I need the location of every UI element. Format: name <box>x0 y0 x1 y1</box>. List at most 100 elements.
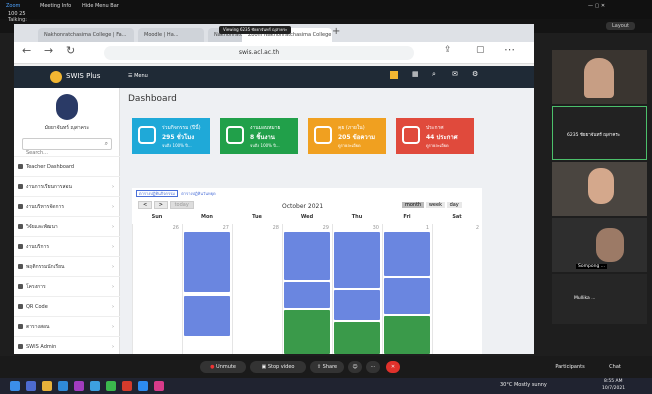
participant-video-5[interactable]: Mullika ... <box>552 274 647 324</box>
app-icon-5[interactable] <box>154 381 164 391</box>
sidebar-item-6[interactable]: พฤติกรรมนักเรียน › <box>14 256 120 276</box>
sidebar-item-label: Teacher Dashboard <box>26 164 75 170</box>
sidebar-item-label: โครงการ <box>26 284 46 290</box>
calendar-day-cell[interactable]: 28 <box>232 224 282 354</box>
sidebar-item-label: งานบริการ <box>26 244 50 250</box>
doc-icon <box>18 224 23 229</box>
calendar-event[interactable] <box>284 232 330 280</box>
card-icon <box>402 126 420 144</box>
share-page-icon[interactable]: ⇪ <box>444 45 452 55</box>
card-link[interactable]: จบถึง 100% ปี... <box>250 142 280 149</box>
new-tab-icon[interactable]: + <box>332 26 340 37</box>
participants-button[interactable]: Participants <box>548 361 592 373</box>
participant-video-4[interactable]: Sompong ... <box>552 218 647 272</box>
stop-video-button[interactable]: ▣ Stop video <box>250 361 306 373</box>
edge-icon[interactable] <box>58 381 68 391</box>
browser-tab-2[interactable]: Moodle | Ha... <box>138 28 204 42</box>
calendar-event[interactable] <box>384 232 430 276</box>
sidebar-item-4[interactable]: วิจัยและพัฒนา › <box>14 216 120 236</box>
chat-button[interactable]: Chat <box>600 361 630 373</box>
chevron-right-icon: › <box>112 344 114 350</box>
calendar-event[interactable] <box>384 316 430 354</box>
calendar-event[interactable] <box>384 278 430 314</box>
share-button[interactable]: ⇧ Share <box>310 361 344 373</box>
clock-date: 10/7/2021 <box>602 386 626 391</box>
month-view-button[interactable]: month <box>402 202 425 208</box>
gear-icon <box>18 344 23 349</box>
sidebar-search-box[interactable]: ⌕ <box>22 138 112 158</box>
forward-icon[interactable]: → <box>44 44 53 57</box>
meeting-info-button[interactable]: Meeting Info <box>40 3 71 9</box>
sidebar-item-2[interactable]: งานการเรียนการสอน › <box>14 176 120 196</box>
holiday-calendar-tab[interactable]: ตารางปฏิทินวันหยุด <box>179 191 217 196</box>
summary-card-1[interactable]: ร่วมกิจกรรม (ปีนี้) 295 ชั่วโมง จบถึง 100%… <box>132 118 210 154</box>
calendar-event[interactable] <box>284 282 330 308</box>
card-title: ประกาศ <box>426 125 444 131</box>
app-icon-1[interactable] <box>74 381 84 391</box>
window-controls[interactable]: — ▢ ✕ <box>588 3 605 9</box>
sidebar-item-8[interactable]: QR Code › <box>14 296 120 316</box>
calendar-event[interactable] <box>184 296 230 336</box>
zoom-title-bar: Zoom Meeting Info Hide Menu Bar 100 25 —… <box>0 0 652 19</box>
sidebar-item-5[interactable]: งานบริการ › <box>14 236 120 256</box>
app-icon-4[interactable] <box>122 381 132 391</box>
next-month-button[interactable]: > <box>153 201 168 209</box>
notification-icon[interactable] <box>390 71 398 79</box>
start-icon[interactable] <box>10 381 20 391</box>
more-button[interactable]: ⋯ <box>366 361 380 373</box>
url-field[interactable]: swis.acl.ac.th <box>104 46 414 60</box>
participant-video-3[interactable] <box>552 162 647 216</box>
calendar-event[interactable] <box>284 310 330 354</box>
apps-icon[interactable]: ▦ <box>412 70 419 78</box>
summary-card-2[interactable]: งานมอบหมาย 8 ชิ้นงาน จบถึง 100% ปี... <box>220 118 298 154</box>
back-icon[interactable]: ← <box>22 44 31 57</box>
summary-card-3[interactable]: คุย (ภายใน) 205 ข้อความ ดูรายละเอียด <box>308 118 386 154</box>
unmute-button[interactable]: ● Unmute <box>200 361 246 373</box>
week-view-button[interactable]: week <box>425 202 445 208</box>
calendar-day-cell[interactable]: 2 <box>432 224 482 354</box>
calendar-day-cell[interactable]: 26 <box>132 224 182 354</box>
prev-month-button[interactable]: < <box>138 201 153 209</box>
hide-menu-bar-button[interactable]: Hide Menu Bar <box>82 3 119 9</box>
calendar-event[interactable] <box>184 232 230 292</box>
reactions-button[interactable]: ☺ <box>348 361 362 373</box>
more-menu-icon[interactable]: ⋯ <box>504 43 515 56</box>
zoom-taskbar-icon[interactable] <box>138 381 148 391</box>
card-link[interactable]: ดูรายละเอียด <box>426 142 449 149</box>
calendar-event[interactable] <box>334 232 380 288</box>
today-button[interactable]: today <box>169 201 194 209</box>
app-icon-2[interactable] <box>90 381 100 391</box>
summary-card-4[interactable]: ประกาศ 44 ประกาศ ดูรายละเอียด <box>396 118 474 154</box>
participant-video-1[interactable] <box>552 50 647 104</box>
activity-calendar-tab[interactable]: ตารางปฏิทินกิจกรรม <box>136 190 178 197</box>
browser-tab-1[interactable]: Nakhonratchasima College | Fa... <box>38 28 134 42</box>
card-link[interactable]: ดูรายละเอียด <box>338 142 361 149</box>
calendar-event[interactable] <box>334 322 380 354</box>
search-icon[interactable]: ⌕ <box>432 70 436 79</box>
sidebar-item-label: พฤติกรรมนักเรียน <box>26 264 65 270</box>
participant-video-2[interactable]: 6235 ชัยยาจันทร์ ญุสาคระ <box>552 106 647 160</box>
tab-count-icon[interactable]: ▢ <box>476 45 485 55</box>
sidebar-item-7[interactable]: โครงการ › <box>14 276 120 296</box>
app-icon-3[interactable] <box>106 381 116 391</box>
sidebar-item-3[interactable]: งานบริหารจัดการ › <box>14 196 120 216</box>
menu-toggle[interactable]: ☰ Menu <box>128 73 148 79</box>
chevron-right-icon: › <box>112 264 114 270</box>
day-view-button[interactable]: day <box>446 202 462 208</box>
search-icon[interactable]: ⌕ <box>105 140 108 148</box>
calendar-event[interactable] <box>334 290 380 320</box>
sidebar-item-9[interactable]: ตารางสอน › <box>14 316 120 336</box>
search-taskbar-icon[interactable] <box>26 381 36 391</box>
file-explorer-icon[interactable] <box>42 381 52 391</box>
sidebar-item-label: QR Code <box>26 304 48 310</box>
sidebar-item-1[interactable]: Teacher Dashboard <box>14 156 120 176</box>
settings-icon[interactable]: ⚙ <box>472 70 478 78</box>
card-link[interactable]: จบถึง 100% ปี... <box>162 142 192 149</box>
reload-icon[interactable]: ↻ <box>66 44 75 57</box>
participant-face-3 <box>588 168 614 204</box>
leave-button[interactable]: ✕ <box>386 361 400 373</box>
address-bar-row: ← → ↻ swis.acl.ac.th ⇪ ▢ ⋯ <box>14 42 534 64</box>
sidebar-item-10[interactable]: SWIS Admin › <box>14 336 120 354</box>
layout-button[interactable]: Layout <box>606 22 635 30</box>
message-icon[interactable]: ✉ <box>452 70 458 78</box>
